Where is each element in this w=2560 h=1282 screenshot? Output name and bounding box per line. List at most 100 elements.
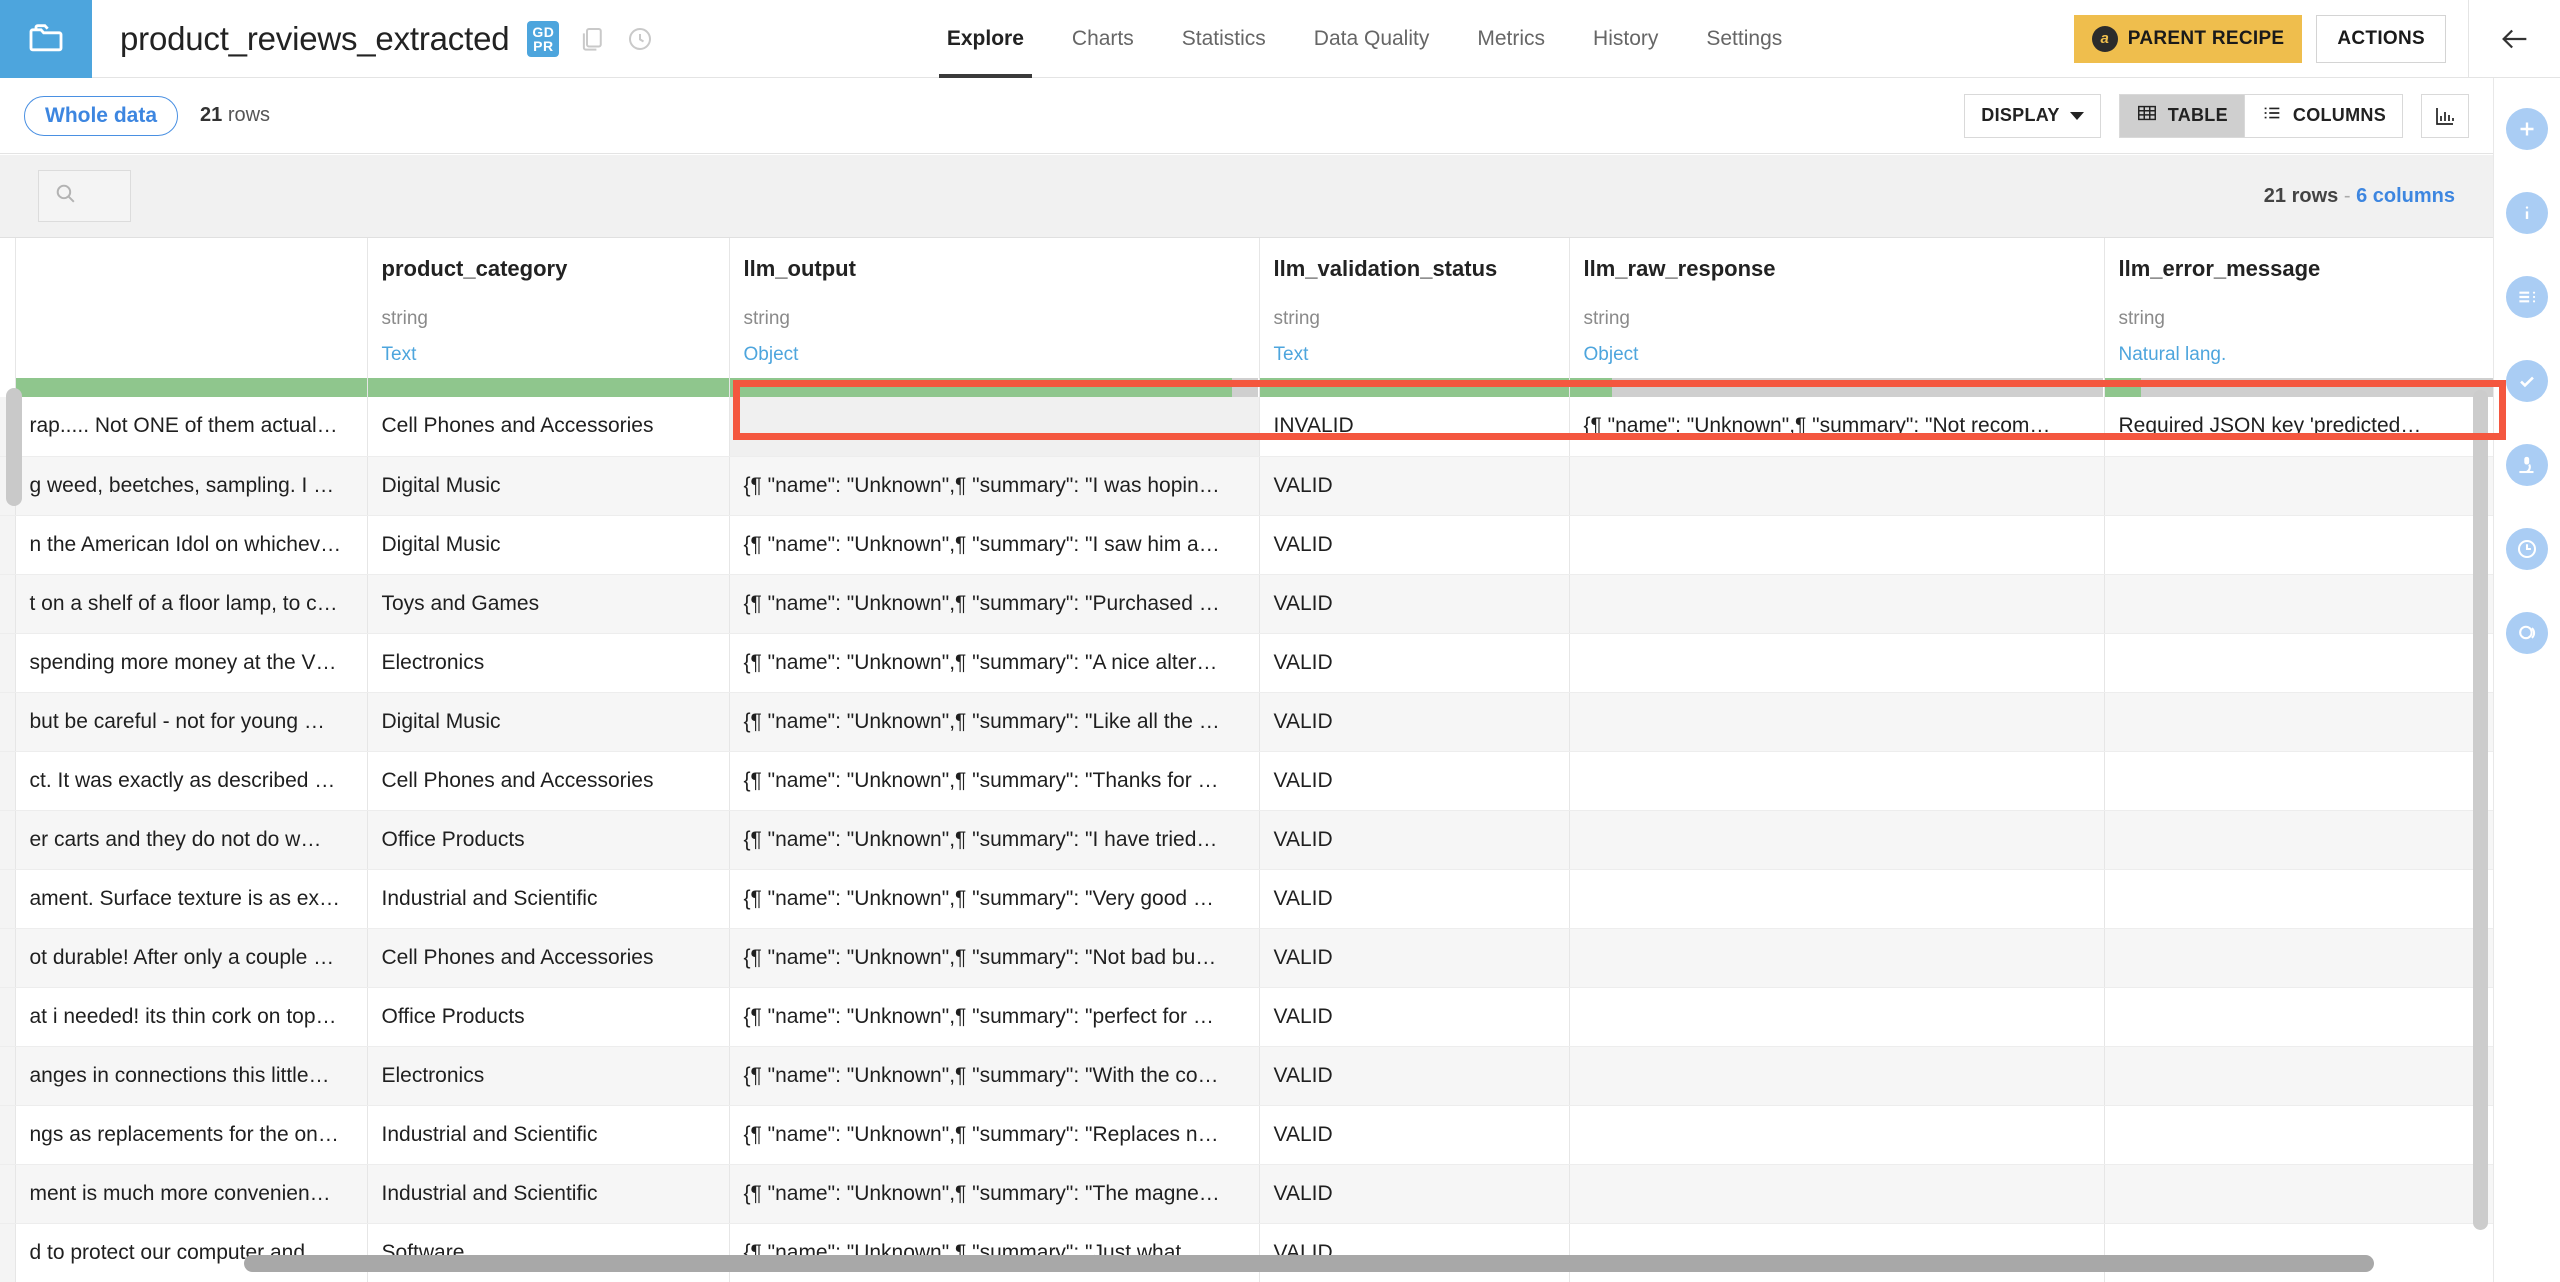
cell-llm-raw-response[interactable]	[1569, 810, 2105, 870]
column-header-product-category[interactable]: product_category string Text	[367, 238, 730, 378]
cell-llm-raw-response[interactable]	[1569, 692, 2105, 752]
columns-view-button[interactable]: COLUMNS	[2243, 93, 2403, 138]
cell-review-text[interactable]: ngs as replacements for the on…	[15, 1105, 368, 1165]
cell-product-category[interactable]: Electronics	[367, 1046, 730, 1106]
table-row[interactable]: at i needed! its thin cork on top… Office…	[0, 987, 2493, 1047]
table-row[interactable]: ct. It was exactly as described … Cell Ph…	[0, 751, 2493, 811]
column-header-llm-error-message[interactable]: llm_error_message string Natural lang.	[2104, 238, 2493, 378]
cell-llm-error-message[interactable]	[2104, 1105, 2493, 1165]
clock-icon[interactable]	[2506, 528, 2548, 570]
cell-llm-validation-status[interactable]: VALID	[1259, 633, 1570, 693]
cell-product-category[interactable]: Digital Music	[367, 515, 730, 575]
column-header-llm-validation-status[interactable]: llm_validation_status string Text	[1259, 238, 1570, 378]
cell-product-category[interactable]: Toys and Games	[367, 574, 730, 634]
column-meaning[interactable]: Object	[1584, 344, 2090, 366]
horizontal-scrollbar-thumb[interactable]	[244, 1255, 2374, 1272]
table-row[interactable]: ot durable! After only a couple … Cell Ph…	[0, 928, 2493, 988]
tab-explore[interactable]: Explore	[923, 0, 1048, 78]
cell-review-text[interactable]: ament. Surface texture is as ex…	[15, 869, 368, 929]
cell-llm-raw-response[interactable]	[1569, 869, 2105, 929]
cell-product-category[interactable]: Digital Music	[367, 692, 730, 752]
cell-llm-error-message[interactable]	[2104, 1164, 2493, 1224]
check-circle-icon[interactable]	[2506, 360, 2548, 402]
cell-llm-validation-status[interactable]: VALID	[1259, 810, 1570, 870]
cell-llm-output[interactable]: {¶ "name": "Unknown",¶ "summary": "perfe…	[729, 987, 1260, 1047]
cell-llm-raw-response[interactable]	[1569, 456, 2105, 516]
table-row[interactable]: er carts and they do not do w… Office Pro…	[0, 810, 2493, 870]
cell-llm-error-message[interactable]	[2104, 869, 2493, 929]
cell-llm-error-message[interactable]	[2104, 987, 2493, 1047]
tab-data-quality[interactable]: Data Quality	[1290, 0, 1454, 78]
grid-vertical-scrollbar-thumb[interactable]	[2473, 390, 2488, 1230]
cell-llm-output[interactable]: {¶ "name": "Unknown",¶ "summary": "Very …	[729, 869, 1260, 929]
cell-product-category[interactable]: Cell Phones and Accessories	[367, 397, 730, 457]
cell-llm-output[interactable]: {¶ "name": "Unknown",¶ "summary": "I saw…	[729, 515, 1260, 575]
columns-summary[interactable]: 6 columns	[2356, 185, 2455, 207]
column-header-llm-output[interactable]: llm_output string Object	[729, 238, 1260, 378]
cell-review-text[interactable]: ot durable! After only a couple …	[15, 928, 368, 988]
cell-review-text[interactable]: g weed, beetches, sampling. I …	[15, 456, 368, 516]
bar-chart-icon[interactable]	[2421, 93, 2469, 138]
chat-bubble-icon[interactable]	[2506, 612, 2548, 654]
cell-product-category[interactable]: Cell Phones and Accessories	[367, 751, 730, 811]
tab-statistics[interactable]: Statistics	[1158, 0, 1290, 78]
table-row[interactable]: n the American Idol on whichev… Digital M…	[0, 515, 2493, 575]
cell-llm-output[interactable]: {¶ "name": "Unknown",¶ "summary": "Thank…	[729, 751, 1260, 811]
tab-metrics[interactable]: Metrics	[1453, 0, 1569, 78]
tab-settings[interactable]: Settings	[1682, 0, 1806, 78]
column-header-review-text[interactable]	[15, 238, 368, 378]
table-row[interactable]: anges in connections this little… Electro…	[0, 1046, 2493, 1106]
cell-llm-raw-response[interactable]	[1569, 1046, 2105, 1106]
cell-llm-error-message[interactable]: Required JSON key 'predicted…	[2104, 397, 2493, 457]
cell-llm-validation-status[interactable]: VALID	[1259, 928, 1570, 988]
cell-llm-error-message[interactable]	[2104, 633, 2493, 693]
table-view-button[interactable]: TABLE	[2118, 93, 2244, 138]
cell-llm-validation-status[interactable]: VALID	[1259, 1046, 1570, 1106]
table-row[interactable]: d to protect our computer and… Software {¶…	[0, 1223, 2493, 1282]
clock-history-icon[interactable]	[625, 24, 655, 54]
cell-llm-error-message[interactable]	[2104, 810, 2493, 870]
cell-llm-output[interactable]: {¶ "name": "Unknown",¶ "summary": "I was…	[729, 456, 1260, 516]
table-row[interactable]: ment is much more convenien… Industrial a…	[0, 1164, 2493, 1224]
cell-product-category[interactable]: Cell Phones and Accessories	[367, 928, 730, 988]
cell-llm-error-message[interactable]	[2104, 692, 2493, 752]
display-button[interactable]: DISPLAY	[1964, 93, 2101, 138]
column-header-llm-raw-response[interactable]: llm_raw_response string Object	[1569, 238, 2105, 378]
table-row[interactable]: but be careful - not for young … Digital …	[0, 692, 2493, 752]
cell-llm-error-message[interactable]	[2104, 1046, 2493, 1106]
sample-mode-chip[interactable]: Whole data	[24, 95, 179, 136]
cell-llm-validation-status[interactable]: VALID	[1259, 1223, 1570, 1282]
cell-review-text[interactable]: spending more money at the V…	[15, 633, 368, 693]
cell-llm-output[interactable]: {¶ "name": "Unknown",¶ "summary": "Not b…	[729, 928, 1260, 988]
cell-llm-raw-response[interactable]	[1569, 928, 2105, 988]
cell-llm-validation-status[interactable]: VALID	[1259, 1105, 1570, 1165]
arrow-left-icon[interactable]	[2468, 0, 2560, 78]
table-row[interactable]: ament. Surface texture is as ex… Industri…	[0, 869, 2493, 929]
cell-llm-validation-status[interactable]: INVALID	[1259, 397, 1570, 457]
data-grid[interactable]: product_category string Text llm_output …	[0, 238, 2493, 1282]
tab-charts[interactable]: Charts	[1048, 0, 1158, 78]
details-list-icon[interactable]	[2506, 276, 2548, 318]
cell-llm-error-message[interactable]	[2104, 928, 2493, 988]
cell-review-text[interactable]: ment is much more convenien…	[15, 1164, 368, 1224]
cell-llm-output[interactable]: {¶ "name": "Unknown",¶ "summary": "Repla…	[729, 1105, 1260, 1165]
cell-llm-error-message[interactable]	[2104, 1223, 2493, 1282]
cell-review-text[interactable]: n the American Idol on whichev…	[15, 515, 368, 575]
cell-product-category[interactable]: Industrial and Scientific	[367, 869, 730, 929]
cell-llm-raw-response[interactable]	[1569, 633, 2105, 693]
cell-llm-raw-response[interactable]	[1569, 1223, 2105, 1282]
lab-microscope-icon[interactable]	[2506, 444, 2548, 486]
cell-product-category[interactable]: Office Products	[367, 987, 730, 1047]
cell-review-text[interactable]: at i needed! its thin cork on top…	[15, 987, 368, 1047]
cell-llm-validation-status[interactable]: VALID	[1259, 456, 1570, 516]
cell-review-text[interactable]: d to protect our computer and…	[15, 1223, 368, 1282]
plus-icon[interactable]	[2506, 108, 2548, 150]
cell-product-category[interactable]: Industrial and Scientific	[367, 1164, 730, 1224]
cell-review-text[interactable]: but be careful - not for young …	[15, 692, 368, 752]
info-icon[interactable]	[2506, 192, 2548, 234]
actions-button[interactable]: ACTIONS	[2316, 14, 2446, 63]
cell-llm-error-message[interactable]	[2104, 574, 2493, 634]
cell-llm-raw-response[interactable]	[1569, 1164, 2105, 1224]
cell-llm-validation-status[interactable]: VALID	[1259, 515, 1570, 575]
cell-llm-output[interactable]: {¶ "name": "Unknown",¶ "summary": "Just …	[729, 1223, 1260, 1282]
